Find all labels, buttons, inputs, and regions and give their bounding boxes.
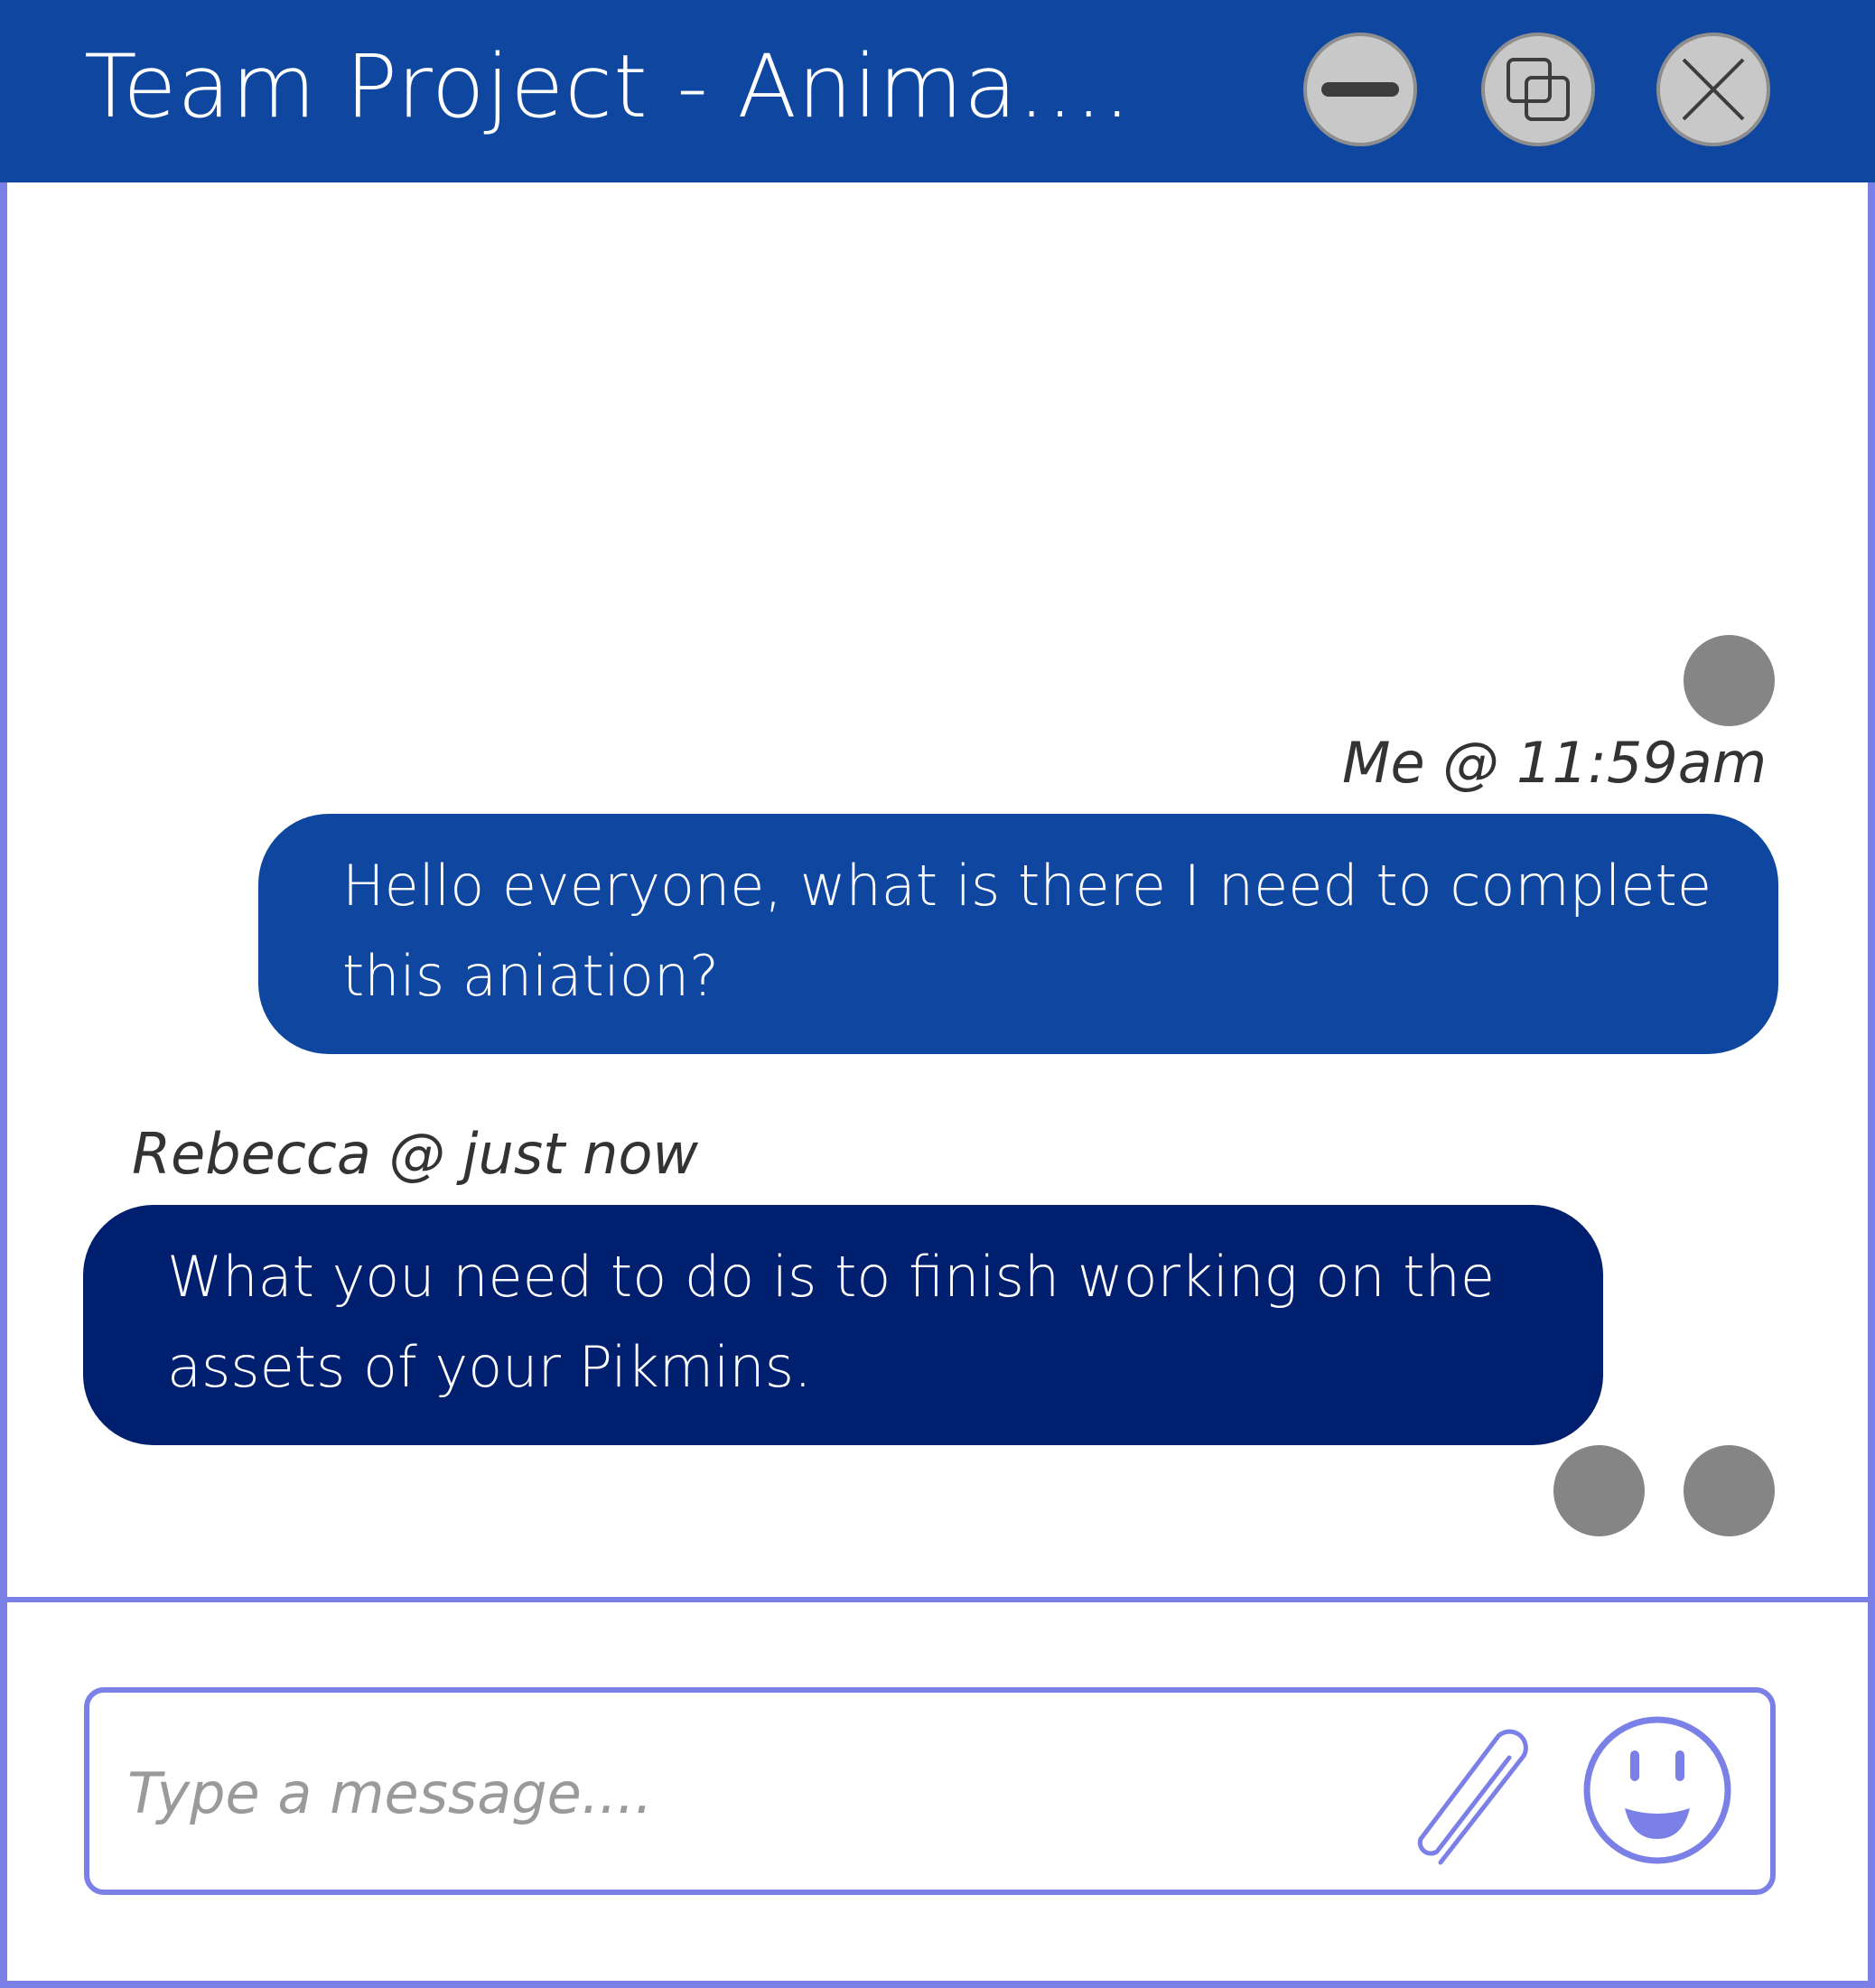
emoji-button[interactable] [1580, 1713, 1735, 1868]
minimize-button[interactable] [1303, 33, 1417, 146]
avatar-rebecca [1553, 1445, 1645, 1536]
message-input[interactable] [126, 1738, 1376, 1848]
avatar-participant [1684, 1445, 1775, 1536]
message-line: assets of your Pikmins. [167, 1334, 812, 1400]
restore-button[interactable] [1481, 33, 1595, 146]
smiley-icon [1583, 1716, 1731, 1864]
attach-button[interactable] [1408, 1718, 1544, 1871]
close-icon [1682, 58, 1745, 121]
avatar-me [1684, 635, 1775, 726]
close-button[interactable] [1656, 33, 1770, 146]
window-title: Team Project - Anima.... [84, 36, 1132, 137]
restore-icon [1507, 58, 1570, 121]
title-bar: Team Project - Anima.... [0, 0, 1875, 182]
message-line: What you need to do is to finish working… [167, 1244, 1496, 1310]
message-composer [84, 1687, 1776, 1895]
message-line: Hello everyone, what is there I need to … [342, 853, 1712, 919]
paperclip-icon [1417, 1729, 1528, 1865]
message-meta-me: Me @ 11:59am [1342, 730, 1768, 796]
message-bubble-rebecca: What you need to do is to finish working… [83, 1205, 1603, 1445]
message-line: this aniation? [342, 943, 720, 1009]
composer-divider [7, 1597, 1868, 1602]
minimize-icon [1321, 82, 1399, 97]
message-meta-rebecca: Rebecca @ just now [132, 1121, 699, 1187]
message-bubble-me: Hello everyone, what is there I need to … [258, 814, 1778, 1054]
